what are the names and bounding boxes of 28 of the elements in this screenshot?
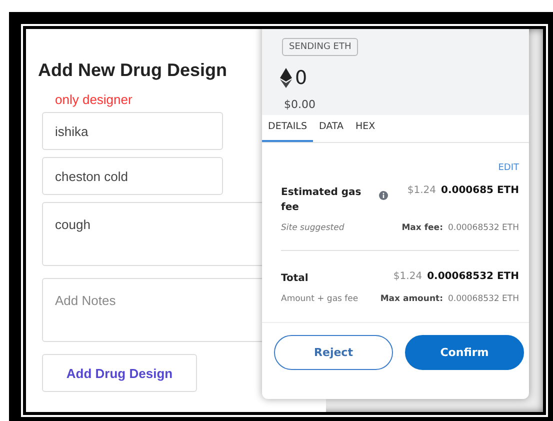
confirm-button[interactable]: Confirm — [405, 335, 524, 370]
sending-badge: SENDING ETH — [282, 38, 358, 56]
total-label: Total — [281, 272, 310, 286]
input-field[interactable]: cheston cold — [42, 157, 223, 195]
tab[interactable]: HEX — [350, 115, 382, 142]
notice-text: only designer — [55, 92, 132, 107]
info-icon[interactable] — [379, 191, 388, 200]
tab[interactable]: DATA — [313, 115, 350, 142]
note-text: Amount + gas fee — [281, 294, 358, 304]
max-label: Max amount: — [380, 294, 443, 304]
max-value: 0.00068532 ETH — [448, 223, 519, 233]
eth-value: 0.00068532 ETH — [427, 271, 519, 282]
gas-fee-label: Estimated gas fee — [281, 186, 362, 215]
fiat-value: $1.24 — [393, 271, 422, 282]
amount-text: 0 — [295, 67, 308, 89]
add-drug-design-button[interactable]: Add Drug Design — [42, 354, 197, 392]
form-title: Add New Drug Design — [38, 60, 228, 81]
tab[interactable]: DETAILS — [262, 115, 314, 142]
max-value: 0.00068532 ETH — [448, 294, 519, 304]
reject-button[interactable]: Reject — [274, 335, 393, 370]
note-text: Site suggested — [281, 223, 344, 233]
eth-value: 0.000685 ETH — [440, 185, 519, 196]
input-field[interactable]: ishika — [42, 112, 223, 150]
fiat-value: $1.24 — [407, 185, 436, 196]
edit-link[interactable]: EDIT — [498, 163, 519, 173]
max-label: Max fee: — [402, 223, 443, 233]
fiat-amount: $0.00 — [284, 98, 316, 111]
ethereum-icon — [280, 68, 292, 88]
